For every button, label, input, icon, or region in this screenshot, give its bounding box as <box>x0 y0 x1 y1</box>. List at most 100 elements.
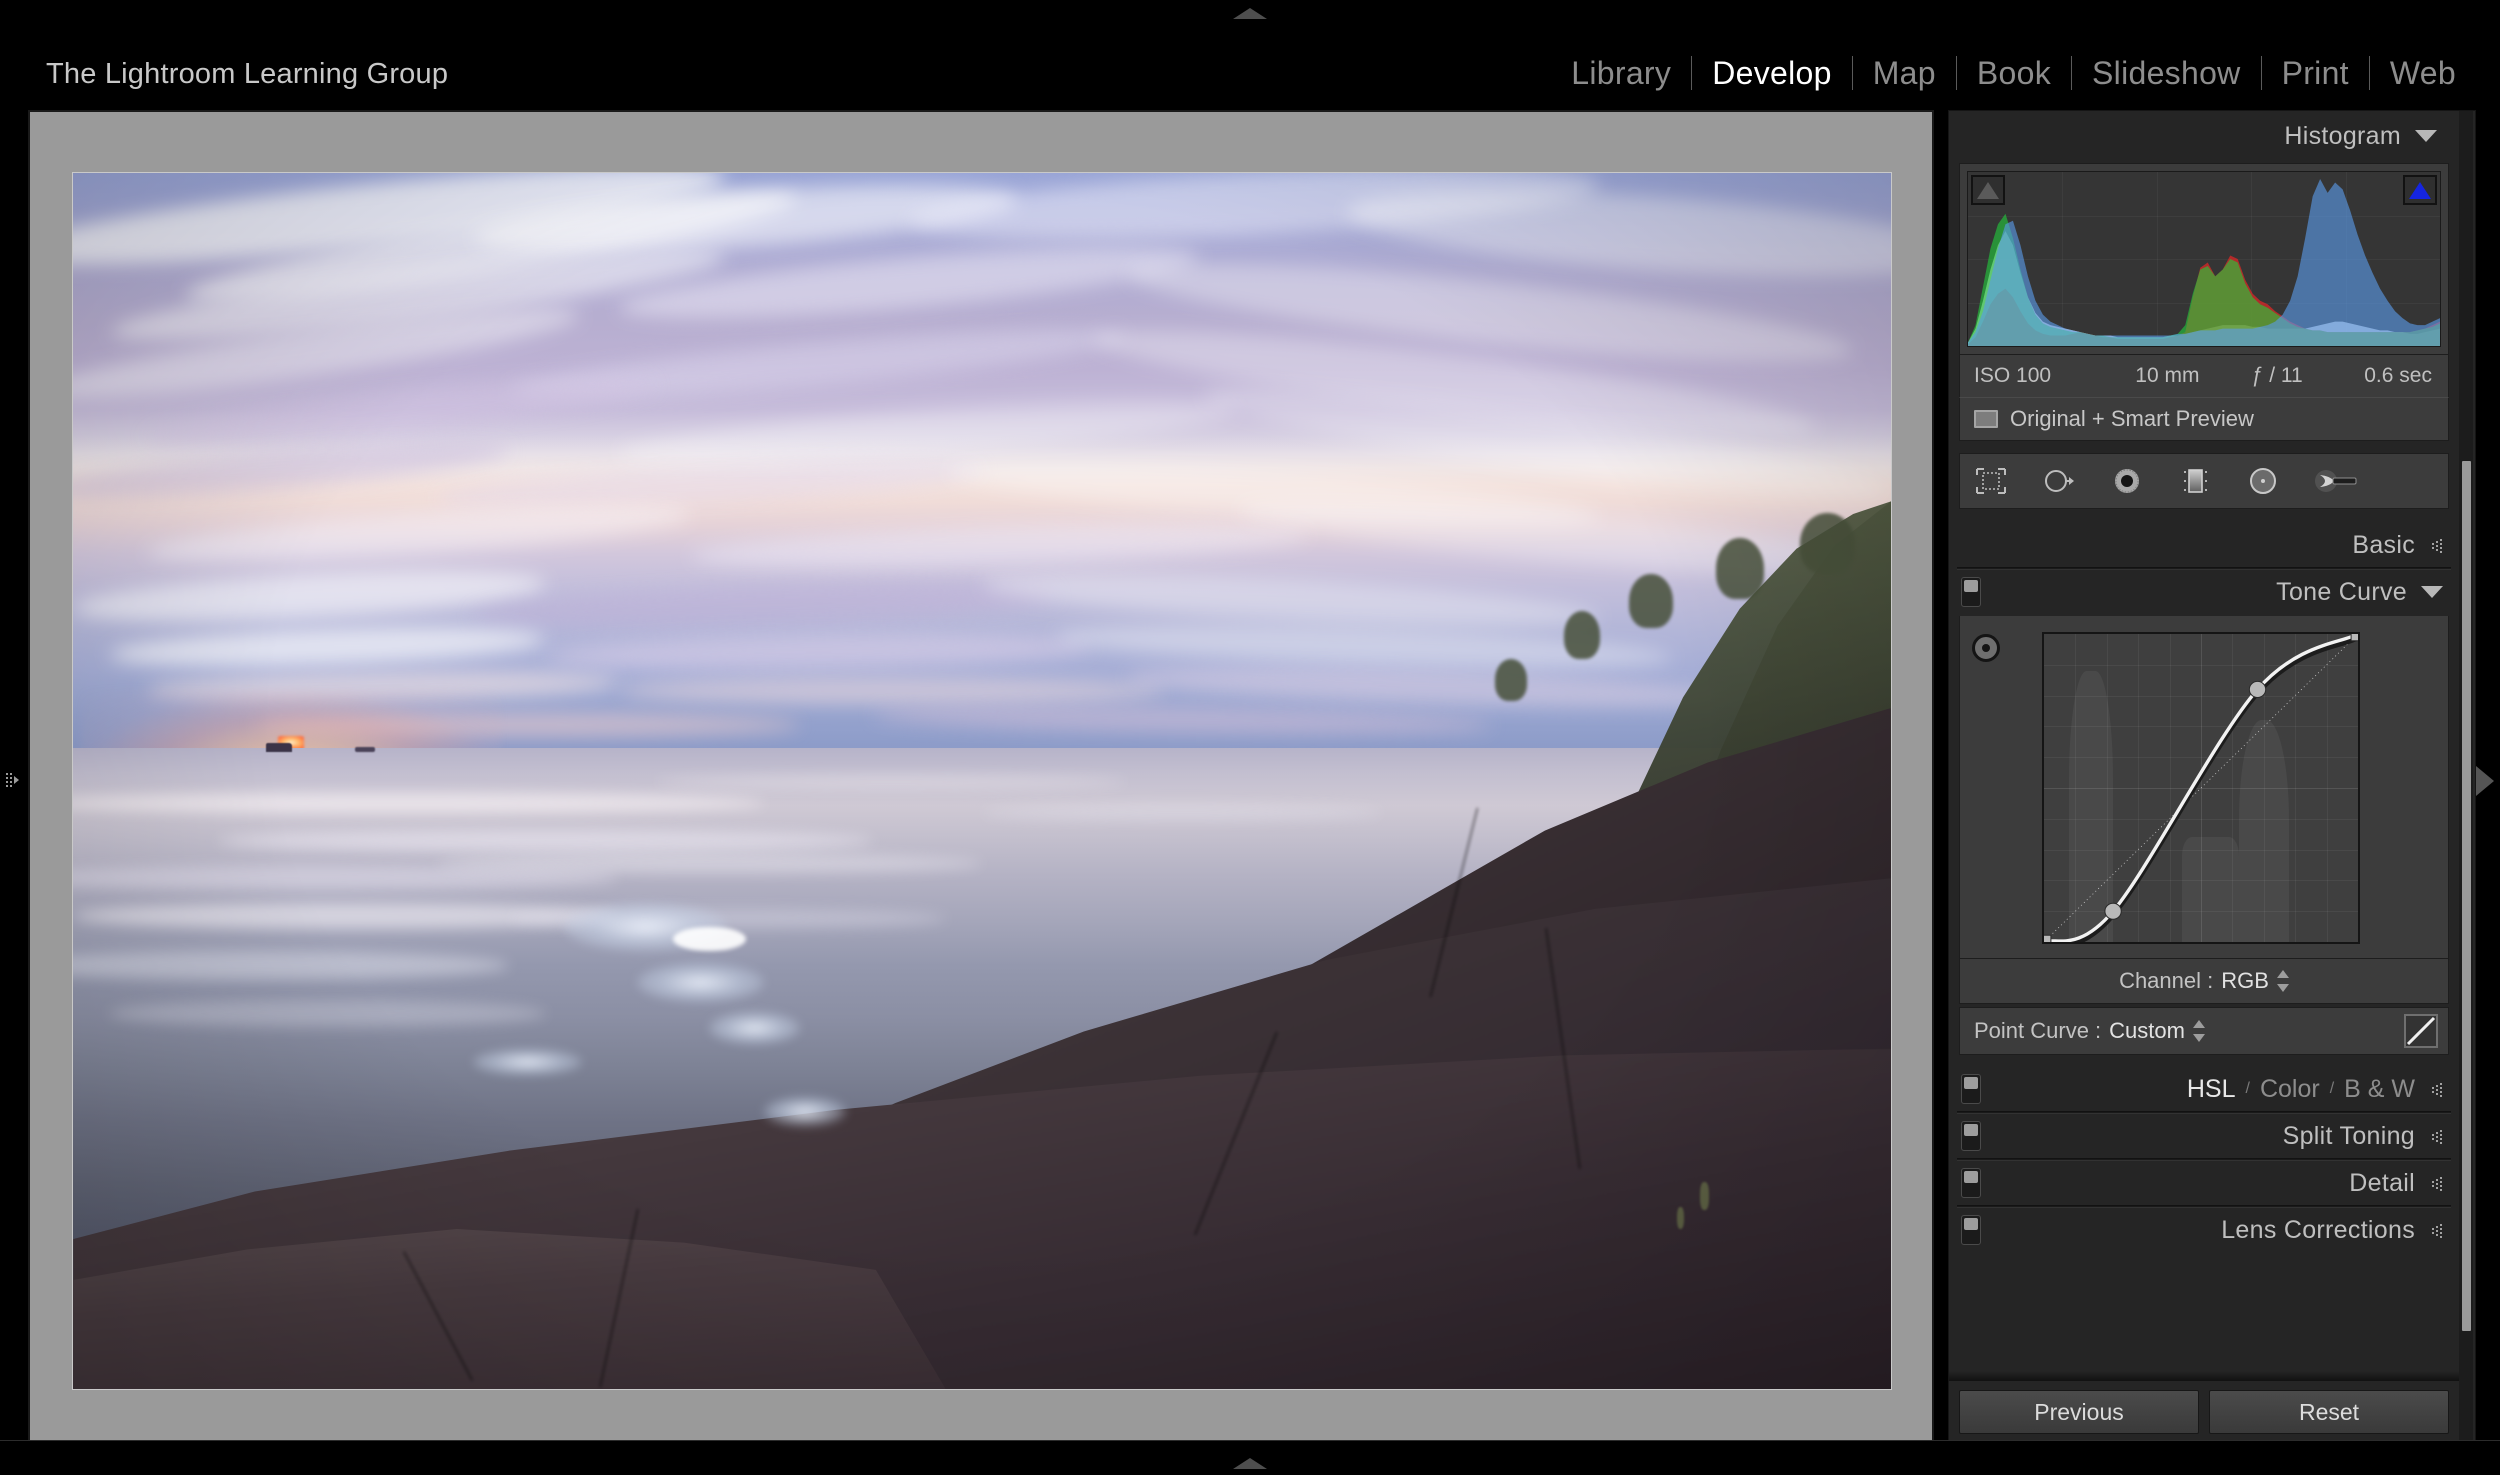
adjustment-brush-tool[interactable] <box>2314 466 2360 496</box>
module-print[interactable]: Print <box>2262 50 2369 96</box>
lens-corrections-title: Lens Corrections <box>2221 1215 2415 1244</box>
module-picker: Library Develop Map Book Slideshow Print… <box>1551 50 2476 96</box>
chevron-collapsed-icon[interactable] <box>2429 1128 2443 1144</box>
right-panel-scrollbar[interactable] <box>2459 111 2473 1443</box>
wave-foam <box>763 1097 846 1127</box>
distant-islet <box>265 743 292 753</box>
point-curve-row[interactable]: Point Curve : Custom <box>1959 1007 2449 1055</box>
exif-shutter-speed: 0.6 sec <box>2364 364 2432 387</box>
split-toning-enable-switch[interactable] <box>1961 1121 1981 1151</box>
exif-focal-length: 10 mm <box>2135 364 2200 387</box>
filmstrip-bar <box>0 1440 2500 1475</box>
chevron-down-icon[interactable] <box>2421 586 2443 598</box>
chevron-collapsed-icon[interactable] <box>2429 1081 2443 1097</box>
module-map[interactable]: Map <box>1853 50 1956 96</box>
basic-panel-header[interactable]: Basic <box>1949 523 2459 567</box>
hsl-tab-color[interactable]: Color <box>2260 1075 2320 1104</box>
plant-sprig <box>1676 1206 1684 1229</box>
triangle-up-icon <box>2409 181 2431 199</box>
chevron-right-icon <box>14 776 19 784</box>
chevron-collapsed-icon[interactable] <box>2429 1175 2443 1191</box>
exif-iso: ISO 100 <box>1974 364 2052 387</box>
tree-tuft <box>1563 610 1601 660</box>
wave-foam <box>636 963 764 1003</box>
crop-overlay-tool[interactable] <box>1974 466 2008 496</box>
preview-status-row[interactable]: Original + Smart Preview <box>1959 397 2449 441</box>
lens-corrections-panel-header[interactable]: Lens Corrections <box>1949 1208 2459 1252</box>
hsl-separator: / <box>2245 1080 2250 1097</box>
hsl-panel-header[interactable]: HSL / Color / B & W <box>1949 1067 2459 1111</box>
hsl-tab-bw[interactable]: B & W <box>2344 1075 2415 1104</box>
identity-plate[interactable]: The Lightroom Learning Group <box>46 58 448 91</box>
channel-value[interactable]: RGB <box>2221 968 2269 994</box>
hsl-enable-switch[interactable] <box>1961 1074 1981 1104</box>
water-streak <box>73 793 764 813</box>
triangle-up-icon <box>1977 181 1999 199</box>
image-content-area <box>28 110 1934 1446</box>
tone-curve-line[interactable] <box>2044 634 2358 942</box>
red-eye-correction-tool[interactable] <box>2110 466 2144 496</box>
water-streak <box>109 999 546 1027</box>
tree-tuft <box>1716 537 1764 599</box>
shadow-clipping-indicator[interactable] <box>1971 175 2005 205</box>
edit-point-curve-icon[interactable] <box>2404 1014 2438 1048</box>
hsl-tab-hsl[interactable]: HSL <box>2187 1075 2236 1104</box>
water-streak <box>218 829 873 852</box>
right-panel-scroll-content: Histogram ISO 100 10 mm ƒ / 11 0.6 sec O… <box>1949 111 2459 1443</box>
panel-footer-buttons: Previous Reset <box>1949 1381 2459 1443</box>
top-module-bar: The Lightroom Learning Group Library Dev… <box>0 0 2500 108</box>
bottom-panel-collapse-arrow[interactable] <box>1233 1458 1267 1469</box>
reset-button[interactable]: Reset <box>2209 1390 2449 1434</box>
tree-tuft <box>1629 574 1673 628</box>
photo-frame[interactable] <box>72 172 1892 1390</box>
right-panel-collapse-arrow[interactable] <box>2476 766 2494 796</box>
chevron-collapsed-icon[interactable] <box>2429 1222 2443 1238</box>
handle-dots <box>10 773 12 787</box>
point-curve-stepper-icon[interactable] <box>2192 1020 2205 1042</box>
exif-info-row: ISO 100 10 mm ƒ / 11 0.6 sec <box>1959 355 2449 397</box>
channel-stepper-icon[interactable] <box>2276 970 2289 992</box>
channel-selector-row[interactable]: Channel : RGB <box>1959 958 2449 1004</box>
chevron-collapsed-icon[interactable] <box>2429 537 2443 553</box>
histogram-plot[interactable] <box>1967 171 2441 347</box>
basic-title: Basic <box>2352 530 2415 559</box>
tone-curve-plot[interactable] <box>2042 632 2360 944</box>
module-web[interactable]: Web <box>2370 50 2476 96</box>
point-curve-value[interactable]: Custom <box>2109 1018 2185 1044</box>
module-library[interactable]: Library <box>1551 50 1691 96</box>
highlight-clipping-indicator[interactable] <box>2403 175 2437 205</box>
graduated-filter-tool[interactable] <box>2178 466 2212 496</box>
split-toning-panel-header[interactable]: Split Toning <box>1949 1114 2459 1158</box>
targeted-adjustment-tool-icon[interactable] <box>1972 634 2000 662</box>
spot-removal-tool[interactable] <box>2042 466 2076 496</box>
tone-curve-graph-wrap <box>1970 630 2438 948</box>
handle-dots <box>6 773 8 787</box>
module-book[interactable]: Book <box>1957 50 2071 96</box>
module-slideshow[interactable]: Slideshow <box>2072 50 2261 96</box>
radial-filter-tool[interactable] <box>2246 466 2280 496</box>
plant-sprig <box>1700 1182 1710 1211</box>
monitor-icon <box>1974 410 1998 428</box>
scrollbar-thumb[interactable] <box>2462 461 2471 1331</box>
develop-tool-strip <box>1959 453 2449 509</box>
histogram-panel-header[interactable]: Histogram <box>1949 111 2459 161</box>
module-develop[interactable]: Develop <box>1692 50 1852 96</box>
detail-enable-switch[interactable] <box>1961 1168 1981 1198</box>
top-panel-collapse-arrow[interactable] <box>1233 8 1267 19</box>
wave-foam <box>709 1012 801 1044</box>
detail-panel-header[interactable]: Detail <box>1949 1161 2459 1205</box>
lens-corrections-enable-switch[interactable] <box>1961 1215 1981 1245</box>
tone-curve-enable-switch[interactable] <box>1961 577 1981 607</box>
photo-seascape-sunset[interactable] <box>73 173 1891 1389</box>
tone-curve-body <box>1959 616 2449 958</box>
histogram-curves <box>1968 178 2440 346</box>
exif-aperture: ƒ / 11 <box>2251 364 2303 387</box>
previous-button[interactable]: Previous <box>1959 1390 2199 1434</box>
distant-islet <box>354 746 375 752</box>
tone-curve-panel-header[interactable]: Tone Curve <box>1949 570 2459 614</box>
left-panel-collapse-handle[interactable] <box>6 772 24 788</box>
tree-tuft <box>1800 513 1855 575</box>
preview-status-label: Original + Smart Preview <box>2010 406 2254 431</box>
split-toning-title: Split Toning <box>2282 1121 2415 1150</box>
chevron-down-icon[interactable] <box>2415 130 2437 142</box>
